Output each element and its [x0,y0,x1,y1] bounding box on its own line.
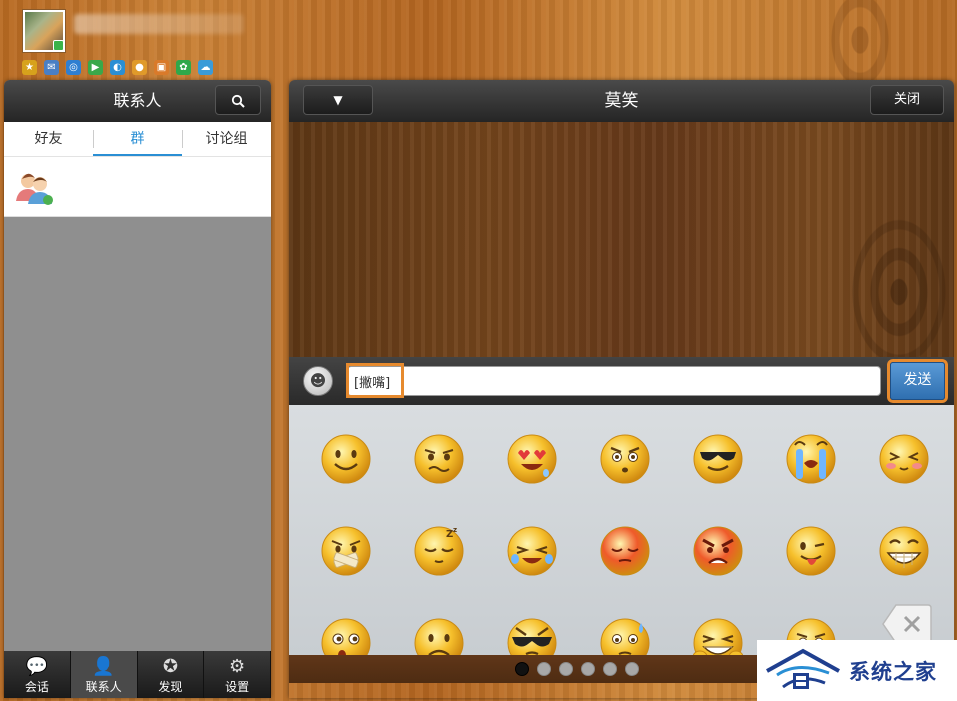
nav-item-settings[interactable]: ⚙ 设置 [204,651,271,698]
chat-title: 莫笑 [604,91,639,111]
triangle-down-icon: ▼ [333,93,343,107]
emoji-laugh-tears-icon[interactable] [485,505,578,597]
contact-tabs: 好友群讨论组 [4,122,271,157]
emoji-tongue-wink-icon[interactable] [764,505,857,597]
page-dot[interactable] [558,662,573,676]
tab-discussions[interactable]: 讨论组 [182,122,271,156]
emoji-angry-red-icon[interactable] [671,505,764,597]
wallet-icon[interactable]: ▣ [154,60,169,75]
bottom-nav: 💬 会话 👤 联系人 ✪ 发现 ⚙ 设置 [4,651,271,698]
emoji-smile-icon[interactable] [299,413,392,505]
group-list [4,157,271,217]
tab-groups[interactable]: 群 [93,122,182,156]
star-icon[interactable]: ★ [22,60,37,75]
app-shortcut-bar: ★ ✉ ◎ ▶ ◐ ● ▣ ✿ ☁ [22,60,213,75]
message-input[interactable] [347,366,881,396]
nav-item-label: 会话 [24,680,49,694]
clover-icon[interactable]: ✿ [176,60,191,75]
emoji-crying-icon[interactable] [764,413,857,505]
page-dot[interactable] [624,662,639,676]
emoji-cool-sunglasses-icon[interactable] [671,413,764,505]
emoji-shy-icon[interactable] [857,413,950,505]
cloud-icon[interactable]: ☁ [198,60,213,75]
chat-panel: ▼ 莫笑 关闭 ☻ 发送 Zz [289,80,954,698]
mail-icon[interactable]: ✉ [44,60,59,75]
page-dot[interactable] [602,662,617,676]
nav-item-discover[interactable]: ✪ 发现 [138,651,205,698]
nav-item-label: 发现 [158,680,183,694]
search-icon [231,91,245,109]
user-nickname [74,14,244,34]
user-header: ★ ✉ ◎ ▶ ◐ ● ▣ ✿ ☁ [0,0,957,80]
nav-item-label: 设置 [225,680,250,694]
group-avatar-icon[interactable] [14,167,54,207]
input-row: ☻ 发送 [289,357,954,405]
backspace-icon [882,604,932,644]
chat-bubble-icon: 💬 [25,656,49,677]
discover-star-icon: ✪ [162,656,178,677]
emoji-sleepy-icon[interactable]: Zz [392,505,485,597]
page-dot[interactable] [536,662,551,676]
browser-icon[interactable]: ◐ [110,60,125,75]
search-engine-icon[interactable]: ◎ [66,60,81,75]
emoji-worried-icon[interactable] [392,413,485,505]
house-logo-icon [766,648,840,689]
emoji-blush-red-icon[interactable] [578,505,671,597]
emoji-dizzy-icon[interactable] [578,413,671,505]
close-button[interactable]: 关闭 [870,85,944,115]
page-dot[interactable] [514,662,529,676]
emoji-toggle-button[interactable]: ☻ [303,366,333,396]
backspace-button[interactable] [882,603,932,645]
contacts-title-bar: 联系人 [4,80,271,122]
watermark-text: 系统之家 [849,659,937,684]
search-button[interactable] [215,85,261,115]
game-icon[interactable]: ● [132,60,147,75]
user-avatar[interactable] [22,9,66,53]
page-dot[interactable] [580,662,595,676]
nav-item-sessions[interactable]: 💬 会话 [4,651,71,698]
message-area[interactable] [289,122,954,357]
person-icon: 👤 [92,656,115,677]
emoji-heart-eyes-icon[interactable] [485,413,578,505]
site-watermark: 系统之家 [757,640,957,701]
nav-item-contacts[interactable]: 👤 联系人 [70,651,138,698]
send-button[interactable]: 发送 [890,362,945,400]
contacts-title: 联系人 [113,91,162,110]
smiley-face-icon: ☻ [309,371,327,390]
emoji-grin-icon[interactable] [857,505,950,597]
nav-item-label: 联系人 [85,680,122,694]
gear-icon: ⚙ [229,656,246,677]
online-status-icon [53,40,64,51]
tab-friends[interactable]: 好友 [4,122,93,156]
chat-menu-button[interactable]: ▼ [303,85,373,115]
emoji-panel: Zz [289,405,954,683]
chat-title-bar: ▼ 莫笑 关闭 [289,80,954,122]
video-icon[interactable]: ▶ [88,60,103,75]
contacts-panel: 联系人 好友群讨论组 💬 会话 👤 联系人 ✪ 发现 ⚙ 设置 [4,80,271,698]
svg-text:z: z [453,526,457,534]
emoji-silenced-icon[interactable] [299,505,392,597]
